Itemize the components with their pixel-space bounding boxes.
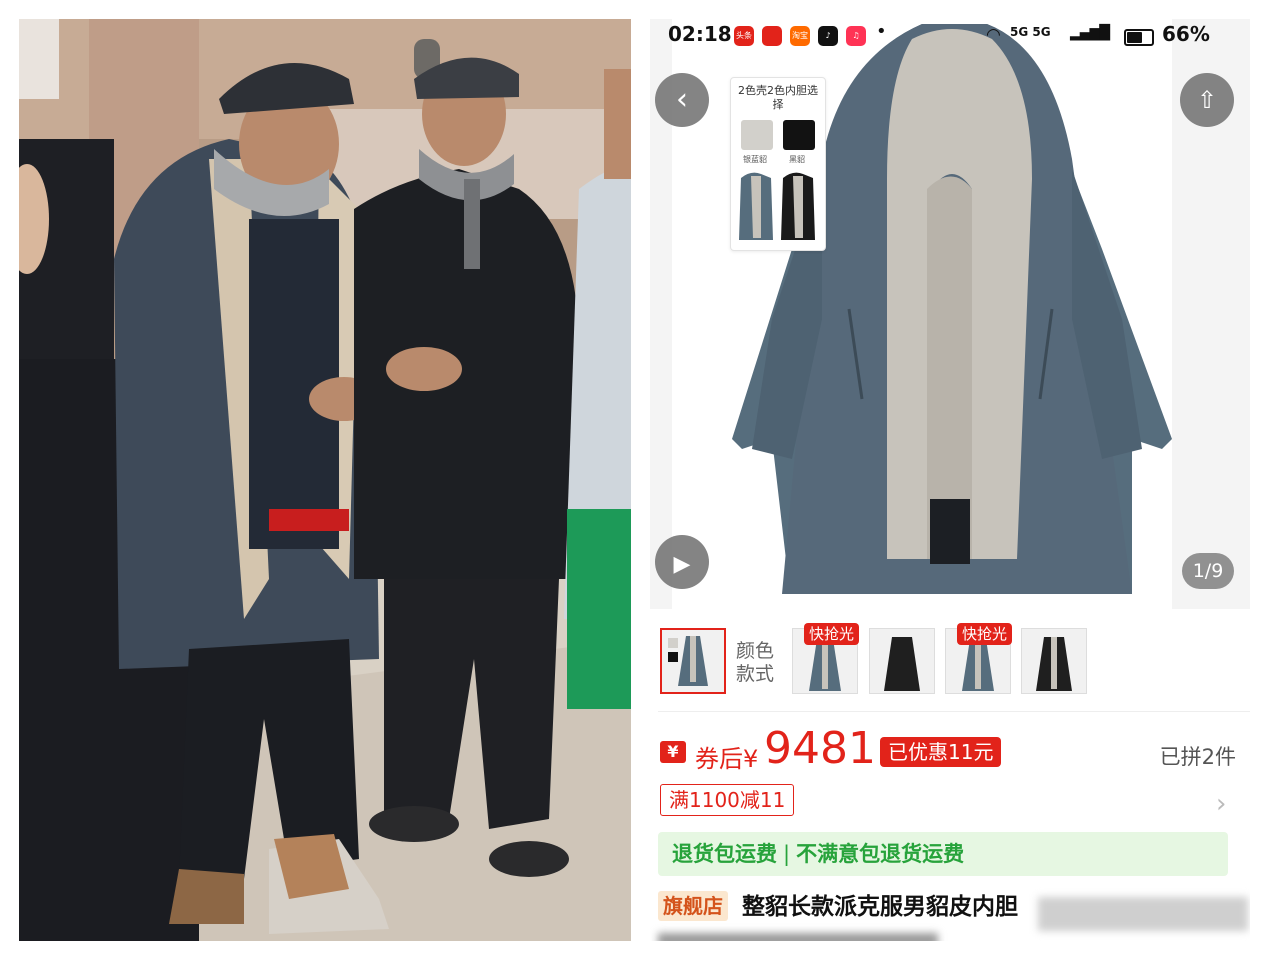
variant-thumb-3[interactable] [869, 628, 935, 694]
battery-icon [1124, 29, 1154, 46]
chevron-left-icon: ‹ [676, 82, 688, 117]
status-time: 02:18 [668, 22, 732, 46]
guarantee-left: 退货包运费 [672, 842, 777, 866]
play-video-button[interactable]: ▶ [655, 535, 709, 589]
signal-icon: ▂▄▆█ [1070, 25, 1110, 41]
variant-thumbnail-row: 颜色款式 快抢光 快抢光 [650, 623, 1250, 704]
swatch-black [783, 120, 815, 150]
swatch-label-black: 黑貂 [789, 155, 805, 164]
selling-fast-tag: 快抢光 [957, 623, 1013, 645]
swatch-coat-previews [739, 172, 815, 240]
coat-thumb-icon [1036, 637, 1072, 691]
street-scene-illustration [19, 19, 631, 941]
chevron-right-icon[interactable]: › [1216, 789, 1226, 819]
status-dot: • [876, 21, 887, 42]
guarantee-separator: | [783, 842, 791, 866]
product-image-gallery[interactable]: 02:18 头条 淘宝 ♪ ♫ • 5G 5G ◠ ▂▄▆█ 66% ‹ ⇧ 2… [650, 19, 1250, 609]
return-shipping-guarantee[interactable]: 退货包运费 | 不满意包退货运费 [658, 832, 1228, 876]
coat-thumb-icon [668, 636, 708, 686]
wifi-icon: ◠ [986, 25, 1001, 45]
swatch-silver [741, 120, 773, 150]
battery-percentage: 66% [1162, 22, 1210, 46]
variant-thumb-1[interactable] [660, 628, 726, 694]
price-value: 9481 [764, 723, 876, 774]
sold-count: 已拼2件 [1159, 745, 1236, 769]
shopping-app-screen: 02:18 头条 淘宝 ♪ ♫ • 5G 5G ◠ ▂▄▆█ 66% ‹ ⇧ 2… [650, 19, 1250, 941]
product-title-row: 旗舰店 整貂长款派克服男貂皮内胆 [658, 887, 1250, 941]
swatch-label-silver: 银蓝貂 [743, 155, 767, 164]
back-button[interactable]: ‹ [655, 73, 709, 127]
taobao-app-icon: 淘宝 [790, 26, 810, 46]
share-button[interactable]: ⇧ [1180, 73, 1234, 127]
selling-fast-tag: 快抢光 [804, 623, 860, 645]
divider [658, 711, 1250, 712]
street-photo [19, 19, 631, 941]
discount-badge: 已优惠11元 [880, 737, 1002, 767]
blurred-region [658, 933, 938, 941]
coat-thumb-icon [884, 637, 920, 691]
price-row: ¥ 券后¥ 9481 已优惠11元 已拼2件 [650, 719, 1250, 775]
play-icon: ▶ [673, 552, 691, 577]
flagship-store-tag: 旗舰店 [658, 891, 728, 921]
blurred-region [1038, 897, 1248, 931]
color-option-card: 2色壳2色内胆选择 银蓝貂 黑貂 [730, 77, 826, 251]
toutiao-app-icon: 头条 [734, 26, 754, 46]
douyin-app-icon: ♪ [818, 26, 838, 46]
pinduoduo-app-icon [762, 26, 782, 46]
network-indicator: 5G 5G [1010, 25, 1051, 39]
image-page-counter: 1/9 [1182, 553, 1234, 589]
share-icon: ⇧ [1196, 86, 1218, 114]
variant-label: 颜色款式 [736, 640, 775, 685]
music-app-icon: ♫ [846, 26, 866, 46]
coupon-tag[interactable]: 满1100减11 [660, 784, 795, 816]
status-bar: 02:18 头条 淘宝 ♪ ♫ • 5G 5G ◠ ▂▄▆█ 66% [650, 19, 1250, 53]
guarantee-right: 不满意包退货运费 [796, 842, 965, 866]
variant-thumb-5[interactable] [1021, 628, 1087, 694]
swatch-card-title: 2色壳2色内胆选择 [738, 84, 818, 111]
coupon-yen-icon: ¥ [660, 741, 686, 763]
price-prefix: 券后¥ [695, 745, 759, 773]
